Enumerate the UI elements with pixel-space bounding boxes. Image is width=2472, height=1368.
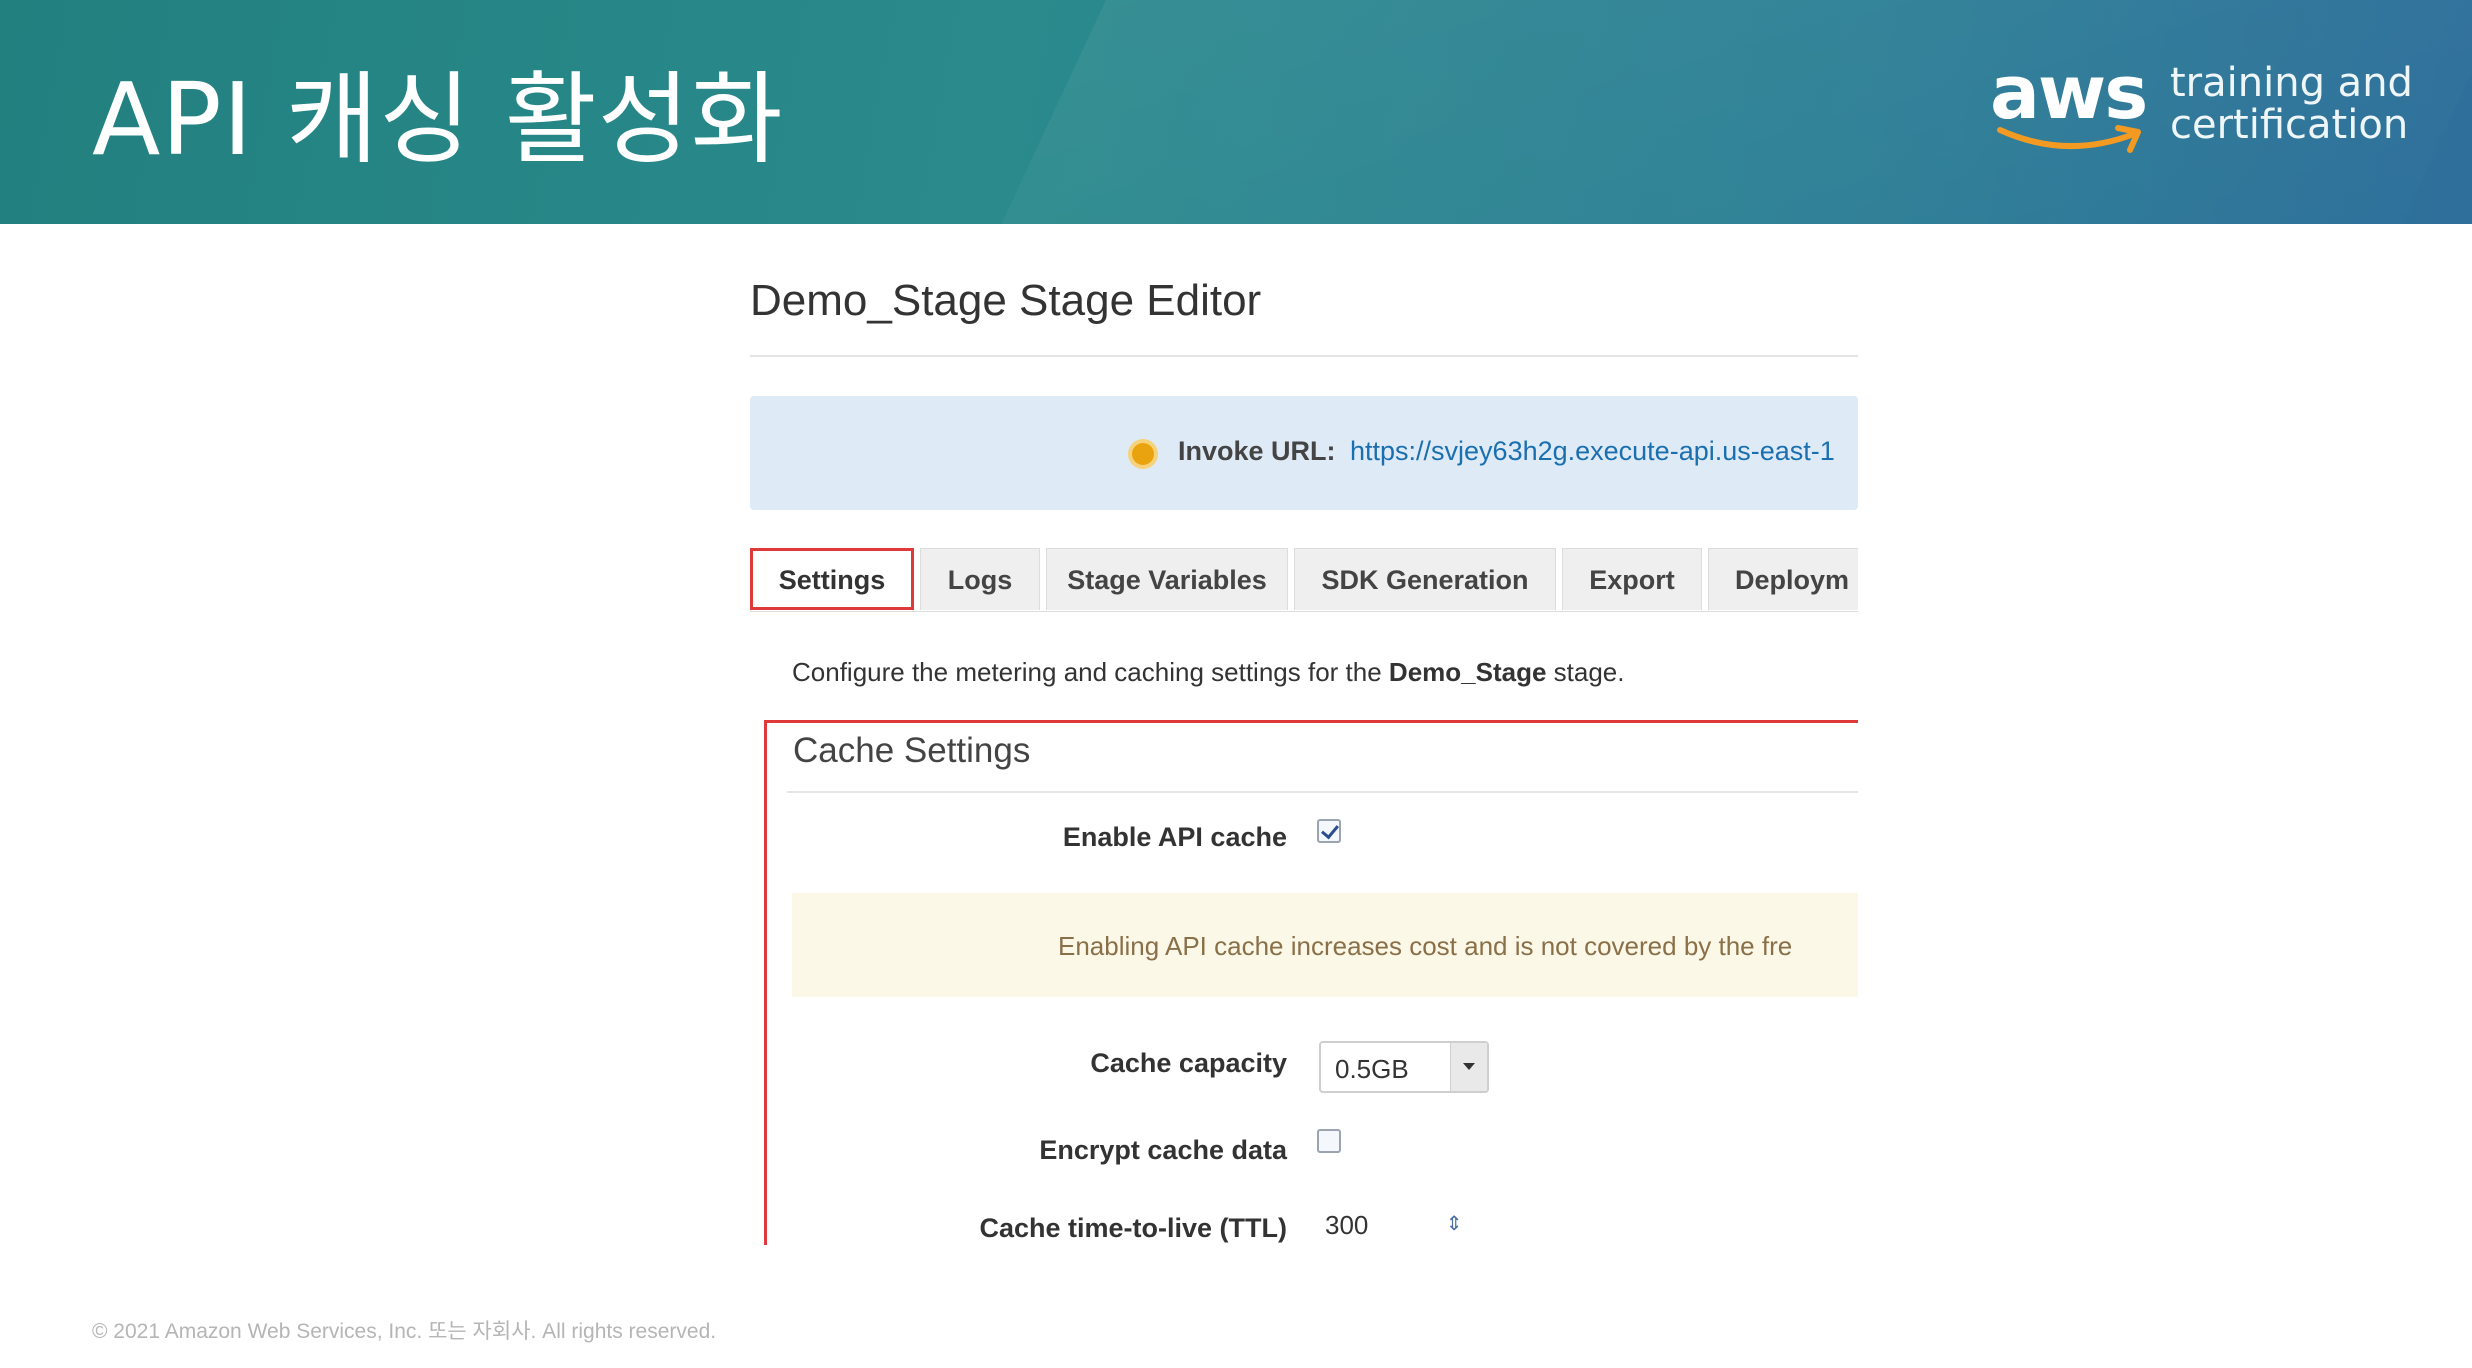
- cache-capacity-select[interactable]: 0.5GB: [1319, 1041, 1489, 1093]
- cache-settings-panel: Cache Settings Enable API cache Enabling…: [764, 720, 1858, 1245]
- enable-api-cache-checkbox[interactable]: [1317, 819, 1341, 843]
- page-title: Demo_Stage Stage Editor: [750, 276, 1262, 325]
- cache-cost-warning-text: Enabling API cache increases cost and is…: [1058, 931, 1793, 961]
- slide-banner: API 캐싱 활성화 aws training and certificatio…: [0, 0, 2472, 224]
- chevron-down-icon[interactable]: [1450, 1043, 1487, 1091]
- slide-title: API 캐싱 활성화: [92, 61, 784, 178]
- cache-cost-warning: Enabling API cache increases cost and is…: [792, 893, 1858, 997]
- enable-api-cache-label: Enable API cache: [1062, 822, 1287, 852]
- encrypt-cache-data-label: Encrypt cache data: [1039, 1135, 1287, 1165]
- tagline-line-2: certification: [2170, 102, 2409, 148]
- copyright-notice: © 2021 Amazon Web Services, Inc. 또는 자회사.…: [92, 1320, 717, 1343]
- invoke-url-link[interactable]: https://svjey63h2g.execute-api.us-east-1: [1350, 436, 1835, 467]
- invoke-url-label: Invoke URL:: [1178, 436, 1336, 466]
- tab-stage-variables[interactable]: Stage Variables: [1046, 548, 1288, 610]
- cache-capacity-value: 0.5GB: [1335, 1054, 1409, 1084]
- tab-sdk-generation[interactable]: SDK Generation: [1294, 548, 1556, 610]
- title-divider: [750, 355, 1858, 357]
- tab-divider: [750, 611, 1858, 612]
- cache-ttl-label: Cache time-to-live (TTL): [979, 1213, 1287, 1243]
- aws-tagline: training and certification: [2170, 62, 2413, 146]
- encrypt-cache-data-checkbox[interactable]: [1317, 1129, 1341, 1153]
- ttl-spinner-icon[interactable]: ⇕: [1439, 1211, 1469, 1235]
- description-prefix: Configure the metering and caching setti…: [792, 657, 1382, 687]
- stage-editor: Demo_Stage Stage Editor Invoke URL: http…: [750, 270, 1858, 1245]
- description-suffix: stage.: [1553, 657, 1625, 687]
- tagline-line-1: training and: [2170, 60, 2413, 106]
- info-dot-icon: [1132, 443, 1154, 465]
- aws-logo: aws: [1990, 50, 2150, 170]
- invoke-url-panel: Invoke URL: https://svjey63h2g.execute-a…: [750, 396, 1858, 510]
- tab-logs[interactable]: Logs: [920, 548, 1040, 610]
- tab-settings[interactable]: Settings: [750, 548, 914, 610]
- description-stage-name: Demo_Stage: [1388, 657, 1547, 687]
- cache-settings-title: Cache Settings: [793, 731, 1031, 770]
- tab-export[interactable]: Export: [1562, 548, 1702, 610]
- cache-settings-divider: [787, 791, 1858, 793]
- stage-tabs: Settings Logs Stage Variables SDK Genera…: [750, 548, 1858, 612]
- tab-deployment-history[interactable]: Deploym: [1708, 548, 1858, 610]
- aws-smile-icon: [1997, 125, 2141, 153]
- settings-description: Configure the metering and caching setti…: [792, 657, 1624, 688]
- cache-capacity-label: Cache capacity: [1090, 1048, 1287, 1078]
